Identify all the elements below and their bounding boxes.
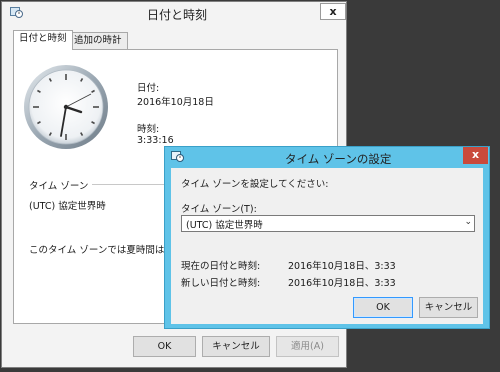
tz-ok-button[interactable]: OK: [353, 297, 413, 318]
tz-dialog-title: タイム ゾーンの設定: [285, 152, 392, 166]
analog-clock: [24, 65, 108, 149]
tz-dialog-body: タイム ゾーンを設定してください: タイム ゾーン(T): (UTC) 協定世界…: [171, 168, 483, 324]
tz-prompt: タイム ゾーンを設定してください:: [181, 179, 329, 190]
title-bar[interactable]: 日付と時刻 x: [2, 2, 346, 25]
current-datetime-label: 現在の日付と時刻:: [181, 261, 261, 272]
tz-cancel-button[interactable]: キャンセル: [419, 297, 478, 318]
time-value: 3:33:16: [137, 135, 174, 146]
timezone-group-label: タイム ゾーン: [29, 181, 89, 192]
tab-additional-clocks[interactable]: 追加の時計: [68, 32, 128, 50]
chevron-down-icon[interactable]: ⌄: [464, 217, 472, 227]
tab-date-time[interactable]: 日付と時刻: [13, 30, 73, 50]
timezone-select[interactable]: (UTC) 協定世界時 ⌄: [181, 215, 475, 232]
date-time-icon: [171, 151, 184, 162]
timezone-select-value: (UTC) 協定世界時: [186, 220, 263, 231]
window-title: 日付と時刻: [147, 8, 208, 22]
date-value: 2016年10月18日: [137, 97, 214, 108]
time-label: 時刻:: [137, 124, 160, 135]
apply-button[interactable]: 適用(A): [276, 336, 339, 357]
tz-close-button[interactable]: x: [463, 147, 488, 164]
close-button[interactable]: x: [320, 3, 346, 20]
current-datetime-value: 2016年10月18日、3:33: [288, 261, 396, 272]
date-label: 日付:: [137, 83, 160, 94]
tz-field-label: タイム ゾーン(T):: [181, 204, 257, 215]
date-time-icon: [10, 7, 23, 18]
timezone-value: (UTC) 協定世界時: [29, 201, 106, 212]
new-datetime-value: 2016年10月18日、3:33: [288, 278, 396, 289]
cancel-button[interactable]: キャンセル: [202, 336, 270, 357]
new-datetime-label: 新しい日付と時刻:: [181, 278, 261, 289]
ok-button[interactable]: OK: [133, 336, 196, 357]
timezone-settings-dialog: タイム ゾーンの設定 x タイム ゾーンを設定してください: タイム ゾーン(T…: [164, 146, 490, 329]
